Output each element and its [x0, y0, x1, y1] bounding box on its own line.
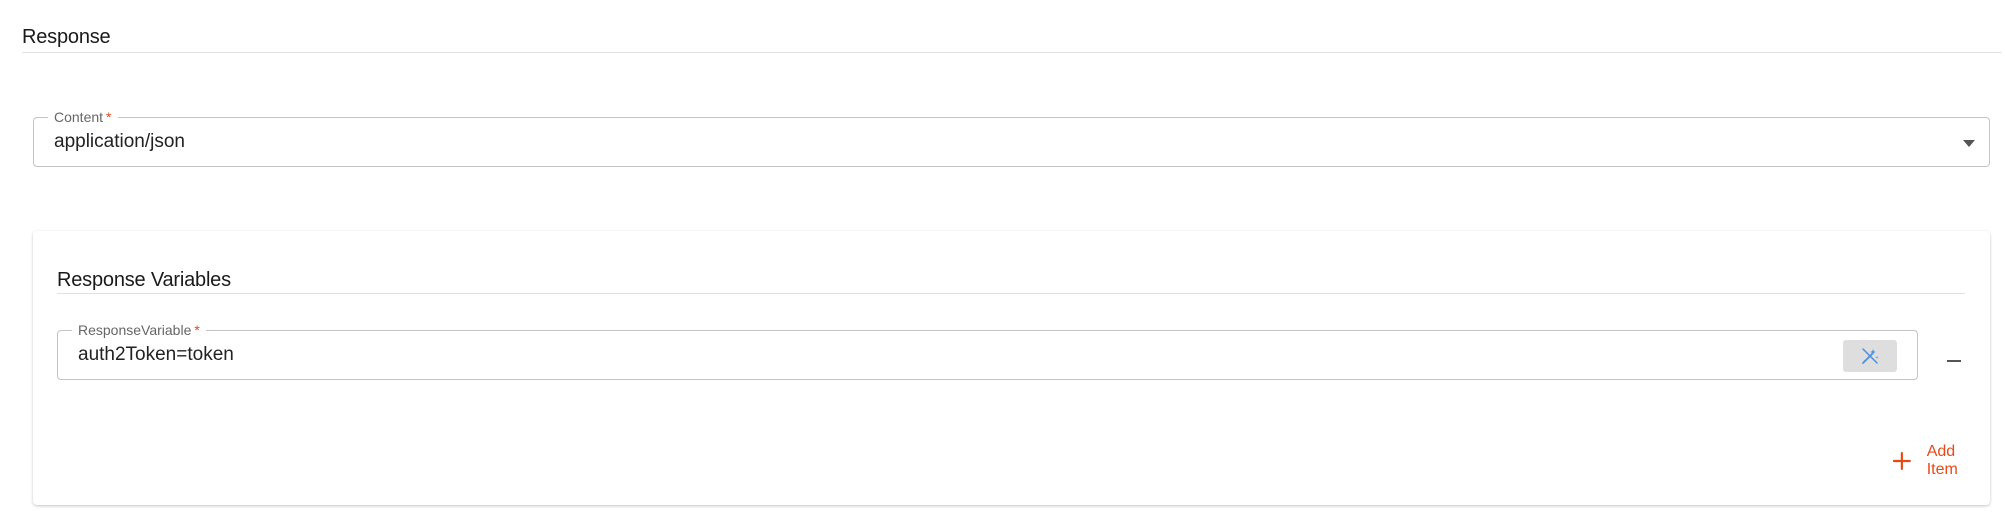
response-variable-value: auth2Token=token	[78, 344, 234, 365]
section-divider	[22, 52, 2002, 53]
content-select[interactable]: Content * application/json	[33, 108, 1990, 167]
add-item-button[interactable]: Add Item	[1891, 443, 1990, 478]
content-value: application/json	[54, 131, 185, 152]
magic-wand-button[interactable]	[1843, 340, 1897, 372]
minus-icon	[1947, 360, 1961, 362]
response-variables-card: Response Variables ResponseVariable * aut…	[33, 231, 1990, 505]
remove-variable-button[interactable]	[1939, 346, 1969, 376]
magic-wand-off-icon	[1862, 348, 1879, 364]
add-item-label: Add Item	[1926, 443, 1958, 478]
card-title: Response Variables	[57, 269, 231, 291]
section-title: Response	[22, 26, 111, 48]
card-divider	[57, 293, 1965, 294]
response-variable-input[interactable]: ResponseVariable * auth2Token=token	[57, 321, 1918, 380]
chevron-down-icon[interactable]	[1963, 140, 1975, 147]
plus-icon	[1892, 452, 1911, 470]
